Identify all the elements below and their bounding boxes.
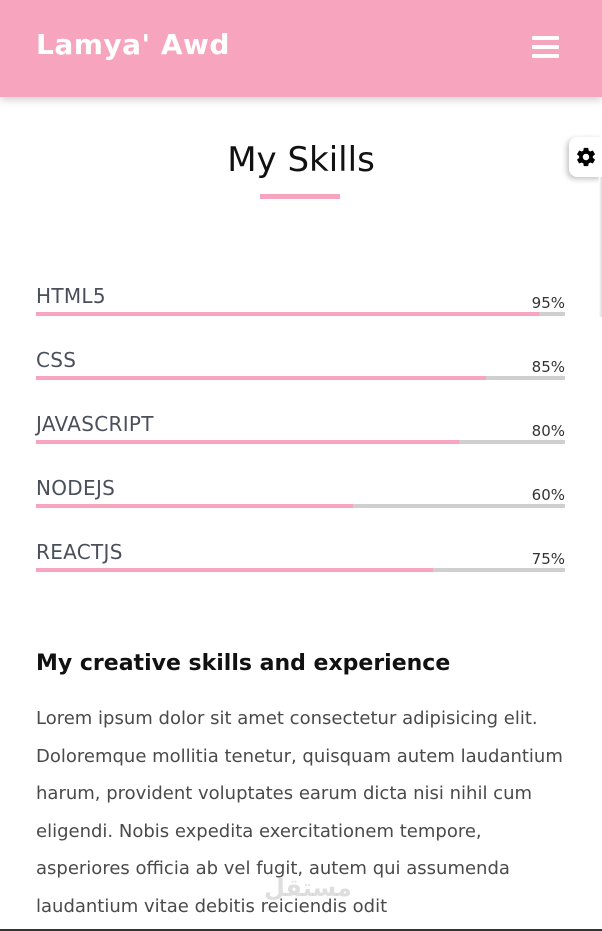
navbar: Lamya' Awd	[0, 0, 602, 97]
skill-progress-fill	[36, 312, 539, 316]
skill-progress-fill	[36, 504, 354, 508]
skill-item-reactjs: REACTJS 75%	[36, 540, 565, 580]
watermark-logo: مستقل	[264, 874, 352, 902]
skill-progress-track	[36, 376, 565, 380]
section-title: My Skills	[227, 140, 375, 180]
skill-percent: 95%	[531, 294, 565, 312]
skill-progress-fill	[36, 568, 433, 572]
skill-name: HTML5	[36, 284, 106, 308]
brand-logo-text[interactable]: Lamya' Awd	[36, 28, 230, 61]
skill-progress-track	[36, 312, 565, 316]
skill-percent: 80%	[531, 422, 565, 440]
skill-name: JAVASCRIPT	[36, 412, 154, 436]
skill-percent: 75%	[531, 550, 565, 568]
skill-progress-fill	[36, 440, 460, 444]
skill-name: NODEJS	[36, 476, 116, 500]
skill-item-html5: HTML5 95%	[36, 284, 565, 324]
skill-progress-track	[36, 440, 565, 444]
skill-percent: 85%	[531, 358, 565, 376]
skill-item-javascript: JAVASCRIPT 80%	[36, 412, 565, 452]
menu-bar-bottom	[532, 54, 559, 58]
skill-item-nodejs: NODEJS 60%	[36, 476, 565, 516]
title-underline	[260, 194, 340, 199]
experience-heading: My creative skills and experience	[36, 651, 451, 676]
skill-item-css: CSS 85%	[36, 348, 565, 388]
menu-bar-middle	[532, 45, 559, 49]
skill-progress-fill	[36, 376, 486, 380]
menu-bar-top	[532, 36, 559, 40]
skill-name: REACTJS	[36, 540, 123, 564]
skill-name: CSS	[36, 348, 77, 372]
hamburger-menu-icon[interactable]	[532, 36, 559, 60]
skill-progress-track	[36, 568, 565, 572]
skill-percent: 60%	[531, 486, 565, 504]
skill-progress-track	[36, 504, 565, 508]
